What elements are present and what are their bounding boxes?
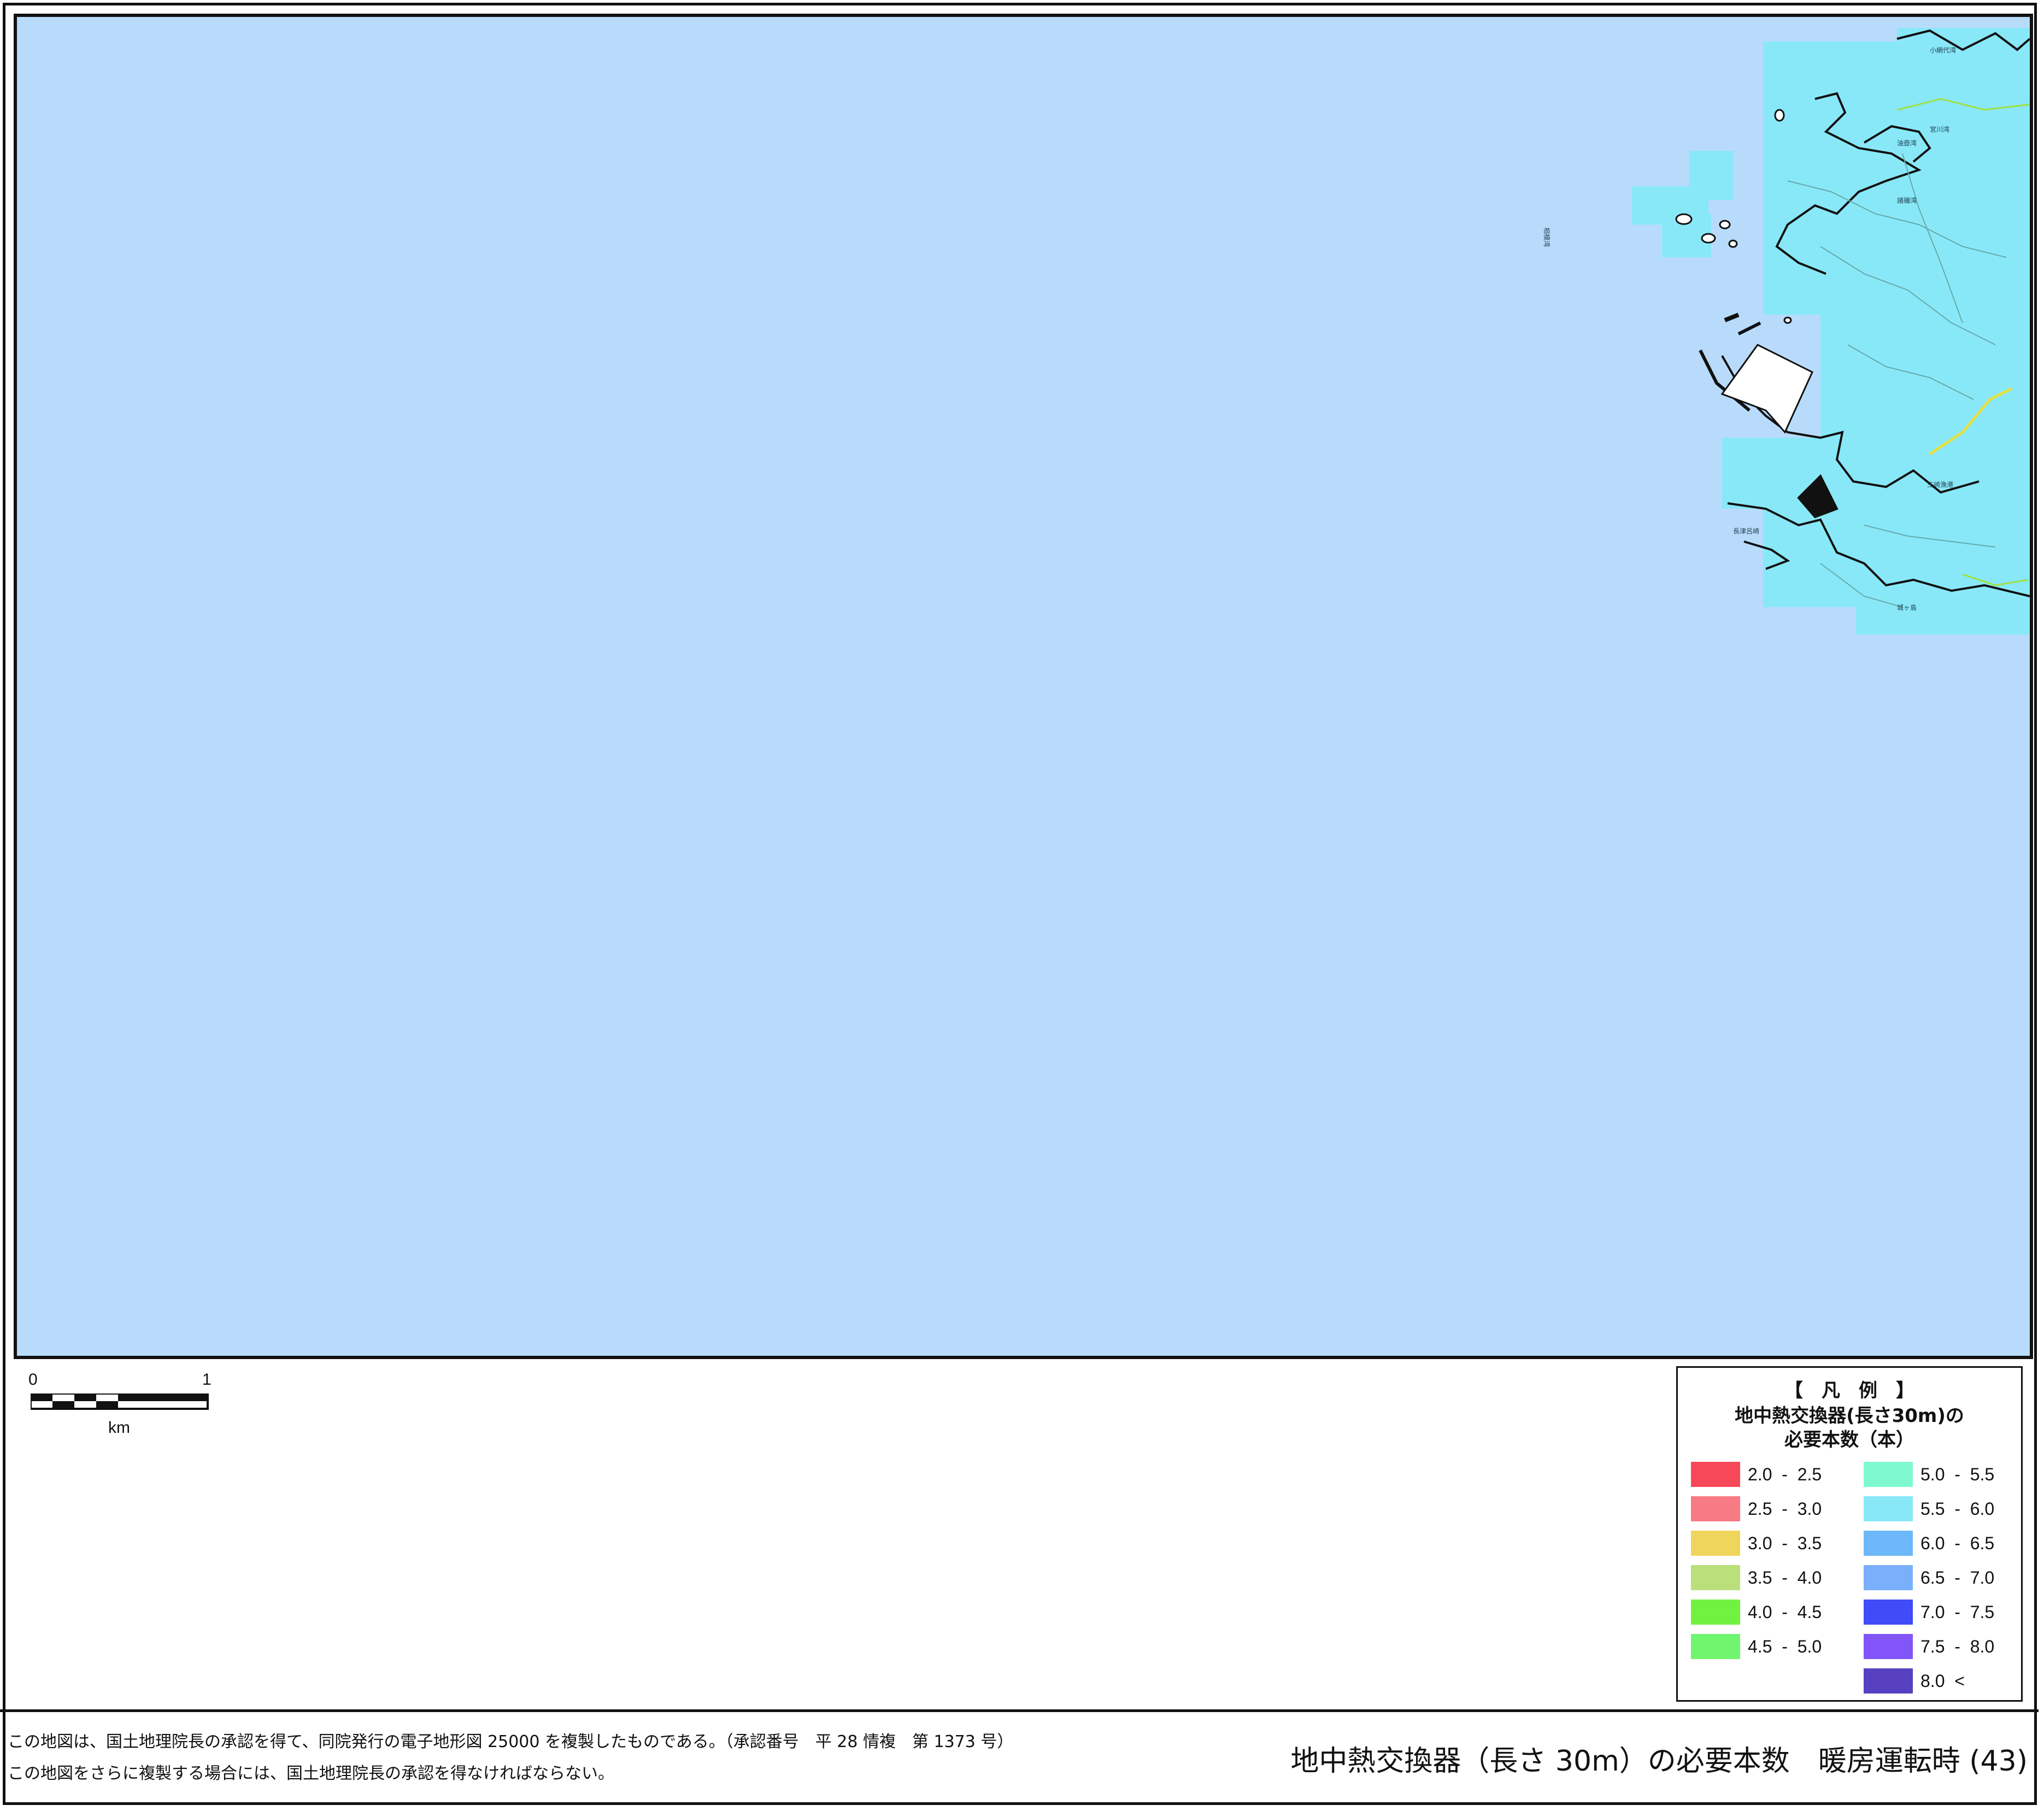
legend-swatch xyxy=(1691,1634,1740,1659)
legend-swatch xyxy=(1864,1668,1913,1694)
legend-swatch xyxy=(1864,1496,1913,1521)
label-nagatsuro: 長津呂崎 xyxy=(1733,527,1759,535)
legend-item: 4.0 - 4.5 xyxy=(1691,1600,1822,1625)
legend-item: 5.5 - 6.0 xyxy=(1864,1496,1994,1521)
label-koajiro: 小網代湾 xyxy=(1930,46,1956,54)
legend-swatch xyxy=(1691,1600,1740,1625)
legend-range: 2.5 - 3.0 xyxy=(1748,1498,1822,1519)
legend-range: 3.5 - 4.0 xyxy=(1748,1567,1822,1587)
legend-heading: 【 凡 例 】 xyxy=(1784,1380,1914,1402)
reclaimed-land xyxy=(1720,344,1813,434)
sheet-title: 地中熱交換器（長さ 30m）の必要本数 暖房運転時 (43) xyxy=(1290,1745,2028,1778)
legend-swatch xyxy=(1864,1531,1913,1556)
legend-range: 8.0 < xyxy=(1920,1671,1965,1691)
legend-item: 8.0 < xyxy=(1864,1668,1965,1694)
legend-range: 4.0 - 4.5 xyxy=(1748,1602,1822,1622)
legend-range: 7.5 - 8.0 xyxy=(1920,1636,1995,1656)
legend-item: 5.0 - 5.5 xyxy=(1864,1462,1994,1487)
legend-item: 2.5 - 3.0 xyxy=(1691,1496,1822,1521)
map-svg: 小網代湾 城ヶ島 三崎漁港 長津呂崎 油壺湾 相模湾 諸磯湾 宮川湾 xyxy=(1543,28,2030,634)
map-canvas[interactable]: 小網代湾 城ヶ島 三崎漁港 長津呂崎 油壺湾 相模湾 諸磯湾 宮川湾 xyxy=(14,14,2033,1359)
legend-item: 2.0 - 2.5 xyxy=(1691,1462,1822,1487)
scale-zero: 0 xyxy=(28,1371,38,1389)
scale-bar: 0 1 km xyxy=(28,1371,214,1437)
legend-swatch xyxy=(1864,1600,1913,1625)
scale-unit: km xyxy=(108,1419,130,1437)
legend: 【 凡 例 】 地中熱交換器(長さ30m)の 必要本数（本） 2.0 - 2.5… xyxy=(1676,1366,2023,1702)
legend-range: 5.0 - 5.5 xyxy=(1920,1464,1995,1484)
legend-swatch xyxy=(1691,1531,1740,1556)
label-sagami-bay: 相模湾 xyxy=(1543,227,1551,247)
legend-range: 6.5 - 7.0 xyxy=(1920,1567,1995,1587)
legend-swatch xyxy=(1691,1496,1740,1521)
legend-item: 3.0 - 3.5 xyxy=(1691,1531,1822,1556)
legend-item: 4.5 - 5.0 xyxy=(1691,1634,1822,1659)
legend-swatch xyxy=(1691,1565,1740,1590)
label-jogashima: 城ヶ島 xyxy=(1897,603,1917,611)
legend-range: 6.0 - 6.5 xyxy=(1920,1533,1995,1553)
copyright-credit-1: この地図は、国土地理院長の承認を得て、同院発行の電子地形図 25000 を複製し… xyxy=(8,1732,1014,1751)
footer-divider xyxy=(0,1709,2039,1712)
scale-bar-graphic xyxy=(31,1393,209,1410)
legend-range: 4.5 - 5.0 xyxy=(1748,1636,1822,1656)
legend-range: 3.0 - 3.5 xyxy=(1748,1533,1822,1553)
label-moroiso: 諸磯湾 xyxy=(1897,196,1917,204)
legend-range: 2.0 - 2.5 xyxy=(1748,1464,1822,1484)
label-aburatsubo: 油壺湾 xyxy=(1897,139,1917,147)
legend-item: 7.5 - 8.0 xyxy=(1864,1634,1994,1659)
legend-subtitle-2: 必要本数（本） xyxy=(1784,1429,1914,1451)
label-miyagawa: 宮川湾 xyxy=(1930,125,1949,133)
legend-item: 6.0 - 6.5 xyxy=(1864,1531,1994,1556)
legend-swatch xyxy=(1691,1462,1740,1487)
copyright-credit-2: この地図をさらに複製する場合には、国土地理院長の承認を得なければならない。 xyxy=(8,1764,614,1783)
legend-range: 7.0 - 7.5 xyxy=(1920,1602,1995,1622)
legend-swatch xyxy=(1864,1634,1913,1659)
label-misaki-port: 三崎漁港 xyxy=(1927,481,1953,489)
legend-item: 6.5 - 7.0 xyxy=(1864,1565,1994,1590)
legend-swatch xyxy=(1864,1565,1913,1590)
legend-range: 5.5 - 6.0 xyxy=(1920,1498,1995,1519)
legend-item: 3.5 - 4.0 xyxy=(1691,1565,1822,1590)
legend-swatch xyxy=(1864,1462,1913,1487)
scale-one: 1 xyxy=(202,1371,212,1389)
legend-subtitle-1: 地中熱交換器(長さ30m)の xyxy=(1735,1405,1964,1427)
legend-item: 7.0 - 7.5 xyxy=(1864,1600,1994,1625)
